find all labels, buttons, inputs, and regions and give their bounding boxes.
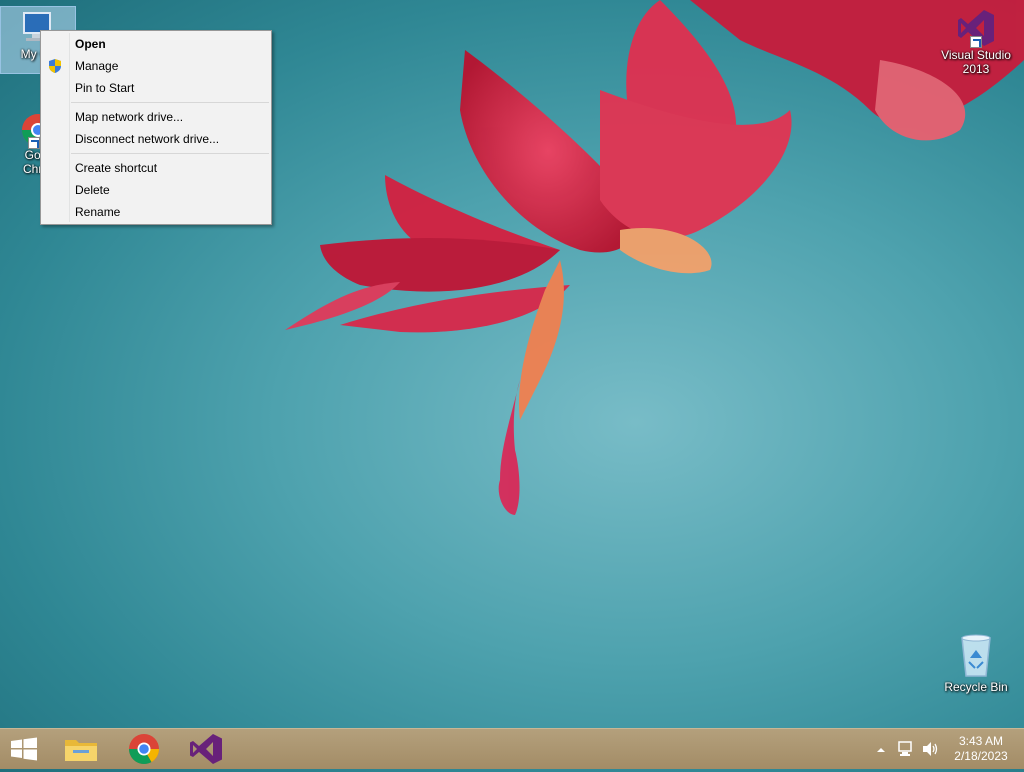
menu-item-delete[interactable]: Delete [41,179,271,201]
file-explorer-icon [65,740,97,761]
context-menu: Open Manage Pin to Start Map network dri… [40,30,272,225]
clock-date: 2/18/2023 [954,749,1008,763]
menu-item-map-network-drive[interactable]: Map network drive... [41,106,271,128]
taskbar-clock[interactable]: 3:43 AM 2/18/2023 [950,734,1012,764]
menu-separator [71,153,269,154]
start-button[interactable] [0,731,48,767]
menu-item-pin-to-start[interactable]: Pin to Start [41,77,271,99]
taskbar: 3:43 AM 2/18/2023 [0,728,1024,769]
menu-item-label: Disconnect network drive... [75,132,220,146]
menu-item-label: Pin to Start [75,81,135,95]
start-icon [11,737,37,761]
menu-item-disconnect-network-drive[interactable]: Disconnect network drive... [41,128,271,150]
menu-item-open[interactable]: Open [41,33,271,55]
menu-item-label: Delete [75,183,110,197]
menu-item-label: Map network drive... [75,110,184,124]
network-icon[interactable] [896,740,916,758]
clock-time: 3:43 AM [958,734,1004,748]
volume-icon[interactable] [920,740,940,758]
desktop-icon-label: Recycle Bin [944,680,1008,694]
menu-item-manage[interactable]: Manage [41,55,271,77]
menu-item-label: Rename [75,205,121,219]
menu-item-label: Manage [75,59,119,73]
menu-item-rename[interactable]: Rename [41,201,271,223]
taskbar-visual-studio[interactable] [181,731,229,767]
menu-item-label: Create shortcut [75,161,158,175]
desktop-icon-label: 2013 [962,62,990,76]
menu-item-create-shortcut[interactable]: Create shortcut [41,157,271,179]
visual-studio-icon [956,8,996,48]
recycle-bin-icon [956,630,996,680]
shortcut-arrow-icon [970,36,982,48]
shield-icon [47,58,63,74]
menu-separator [71,102,269,103]
desktop-icon-label: Visual Studio [941,48,1011,62]
desktop-icon-visual-studio[interactable]: Visual Studio 2013 [936,8,1016,76]
visual-studio-icon [190,734,222,764]
menu-item-label: Open [75,37,106,51]
show-hidden-icons-icon[interactable] [874,743,888,755]
chrome-icon [129,734,159,765]
taskbar-chrome[interactable] [120,731,168,767]
flower-graphic [285,0,1024,515]
taskbar-file-explorer[interactable] [57,731,105,767]
desktop-icon-recycle-bin[interactable]: Recycle Bin [936,630,1016,694]
shortcut-arrow-icon [28,137,40,149]
